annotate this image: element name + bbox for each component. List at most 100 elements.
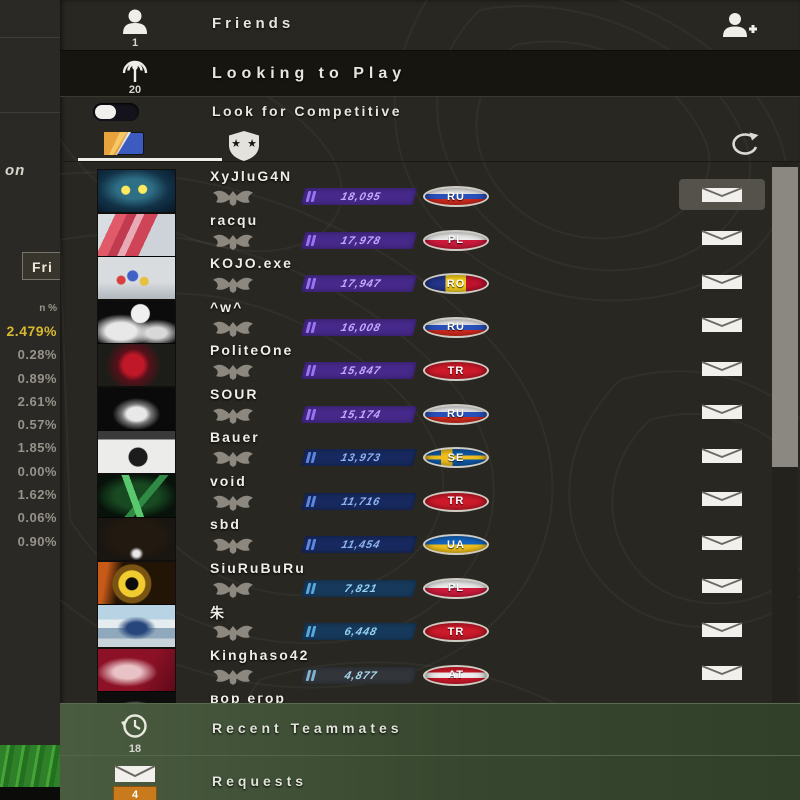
premier-rating-badge: 6,448 — [301, 623, 417, 640]
friend-avatar-light-scene-figures — [98, 257, 175, 299]
refresh-button[interactable] — [728, 130, 762, 160]
country-flag-pill: AT — [423, 665, 489, 686]
envelope-icon — [701, 665, 743, 681]
message-button[interactable] — [679, 179, 765, 210]
premier-rating-value: 17,947 — [314, 278, 417, 290]
friend-row[interactable]: sbd 11,454 UA — [60, 516, 800, 560]
friend-row[interactable]: Bauer 13,973 SE — [60, 429, 800, 473]
friend-row[interactable]: Kinghaso42 4,877 AT — [60, 647, 800, 691]
premier-wings-icon — [212, 361, 254, 383]
premier-rating-value: 6,448 — [314, 626, 417, 638]
premier-rating-badge: 18,095 — [301, 188, 417, 205]
friend-row[interactable]: void 11,716 TR — [60, 473, 800, 517]
friend-avatar-green-glitch-crystal — [98, 475, 175, 517]
envelope-icon — [701, 187, 743, 203]
friend-row[interactable]: вор егор — [60, 690, 800, 703]
divider — [0, 112, 60, 113]
message-button[interactable] — [679, 397, 765, 428]
country-flag-pill: PL — [423, 578, 489, 599]
message-button[interactable] — [679, 484, 765, 515]
country-flag-pill: PL — [423, 230, 489, 251]
premier-rating-value: 17,978 — [314, 234, 417, 246]
looking-to-play-section[interactable]: 20 Looking to Play — [60, 50, 800, 97]
look-for-competitive-label: Look for Competitive — [212, 103, 402, 119]
panel-title: Friends — [212, 15, 294, 32]
friend-row[interactable]: PoliteOne 15,847 TR — [60, 342, 800, 386]
envelope-icon — [701, 448, 743, 464]
background-column-header: n % — [0, 303, 57, 314]
country-code: RO — [447, 278, 466, 290]
premier-rating-badge: 17,947 — [301, 275, 417, 292]
requests-count-badge: 4 — [113, 786, 157, 800]
look-for-competitive-toggle[interactable] — [93, 103, 139, 121]
background-partial-text: on — [5, 162, 25, 179]
friend-row[interactable]: ^w^ 16,008 RU — [60, 299, 800, 343]
friend-avatar-black-white-blob — [98, 692, 175, 703]
tab-wingman[interactable]: ★ ★ — [222, 128, 332, 161]
message-button[interactable] — [679, 658, 765, 689]
friend-row[interactable]: SOUR 15,174 RU — [60, 386, 800, 430]
country-flag-pill: SE — [423, 447, 489, 468]
recent-teammates-section[interactable]: 18 Recent Teammates — [60, 704, 800, 756]
friends-panel-screen: on Fri n % 2.479%0.28%0.89%2.61%0.57%1.8… — [0, 0, 800, 800]
message-button[interactable] — [679, 571, 765, 602]
envelope-icon — [701, 317, 743, 333]
refresh-icon — [728, 131, 760, 159]
friend-row[interactable]: 朱 6,448 TR — [60, 603, 800, 647]
friend-row[interactable]: XyJluG4N 18,095 RU — [60, 168, 800, 212]
premier-wings-icon — [212, 492, 254, 514]
envelope-icon — [701, 361, 743, 377]
friend-row[interactable]: racqu 17,978 PL — [60, 212, 800, 256]
requests-section[interactable]: 4 Requests — [60, 757, 800, 800]
friend-avatar-light-blue-anime-scene — [98, 605, 175, 647]
country-flag-pill: RU — [423, 317, 489, 338]
footer-sections: 18 Recent Teammates 4 Requests — [60, 703, 800, 800]
friend-name: SOUR — [210, 386, 258, 402]
premier-rating-badge: 17,978 — [301, 232, 417, 249]
message-button[interactable] — [679, 266, 765, 297]
friend-avatar-crimson-pale-figure — [98, 649, 175, 691]
friend-row[interactable]: SiuRuBuRu 7,821 PL — [60, 560, 800, 604]
message-button[interactable] — [679, 440, 765, 471]
country-code: RU — [447, 191, 465, 203]
scrollbar-track[interactable] — [772, 162, 798, 703]
tab-premier[interactable] — [78, 128, 222, 161]
premier-rating-badge: 11,716 — [301, 493, 417, 510]
friend-rating-row: 7,821 PL — [210, 577, 670, 603]
svg-text:★: ★ — [231, 138, 241, 150]
friend-rating-row: 13,973 SE — [210, 446, 670, 472]
background-friends-tab-button[interactable]: Fri — [22, 252, 60, 280]
person-plus-icon — [718, 11, 758, 41]
message-button[interactable] — [679, 223, 765, 254]
country-flag-pill: TR — [423, 360, 489, 381]
envelope-icon — [701, 404, 743, 420]
envelope-icon — [107, 765, 163, 784]
message-button[interactable] — [679, 310, 765, 341]
friend-avatar-red-hair-anime — [98, 214, 175, 256]
add-friend-button[interactable] — [718, 10, 758, 42]
mode-tabs: ★ ★ — [60, 128, 800, 162]
active-tab-underline — [78, 158, 222, 161]
premier-rating-badge: 15,174 — [301, 406, 417, 423]
looking-to-play-label: Looking to Play — [212, 65, 406, 83]
friend-row[interactable]: KOJO.exe 17,947 RO — [60, 255, 800, 299]
envelope-icon — [701, 274, 743, 290]
background-percentage-value: 0.57% — [0, 413, 57, 436]
message-button[interactable] — [679, 353, 765, 384]
background-percentage-value: 0.28% — [0, 343, 57, 366]
friends-panel: 1 Friends — [60, 0, 800, 800]
message-button[interactable] — [679, 527, 765, 558]
requests-count: 4 — [107, 765, 163, 800]
friend-name: вор егор — [210, 690, 286, 703]
svg-text:★: ★ — [247, 138, 257, 150]
background-percentage-value: 2.61% — [0, 390, 57, 413]
friend-avatar-orange-eye-art — [98, 562, 175, 604]
country-flag-pill: RO — [423, 273, 489, 294]
friend-rating-row: 11,716 TR — [210, 490, 670, 516]
friend-avatar-beckenbauer-jersey — [98, 431, 175, 473]
premier-rating-badge: 15,847 — [301, 362, 417, 379]
message-button[interactable] — [679, 614, 765, 645]
friend-name: racqu — [210, 212, 258, 228]
scrollbar-thumb[interactable] — [772, 167, 798, 467]
friend-name: PoliteOne — [210, 342, 293, 358]
